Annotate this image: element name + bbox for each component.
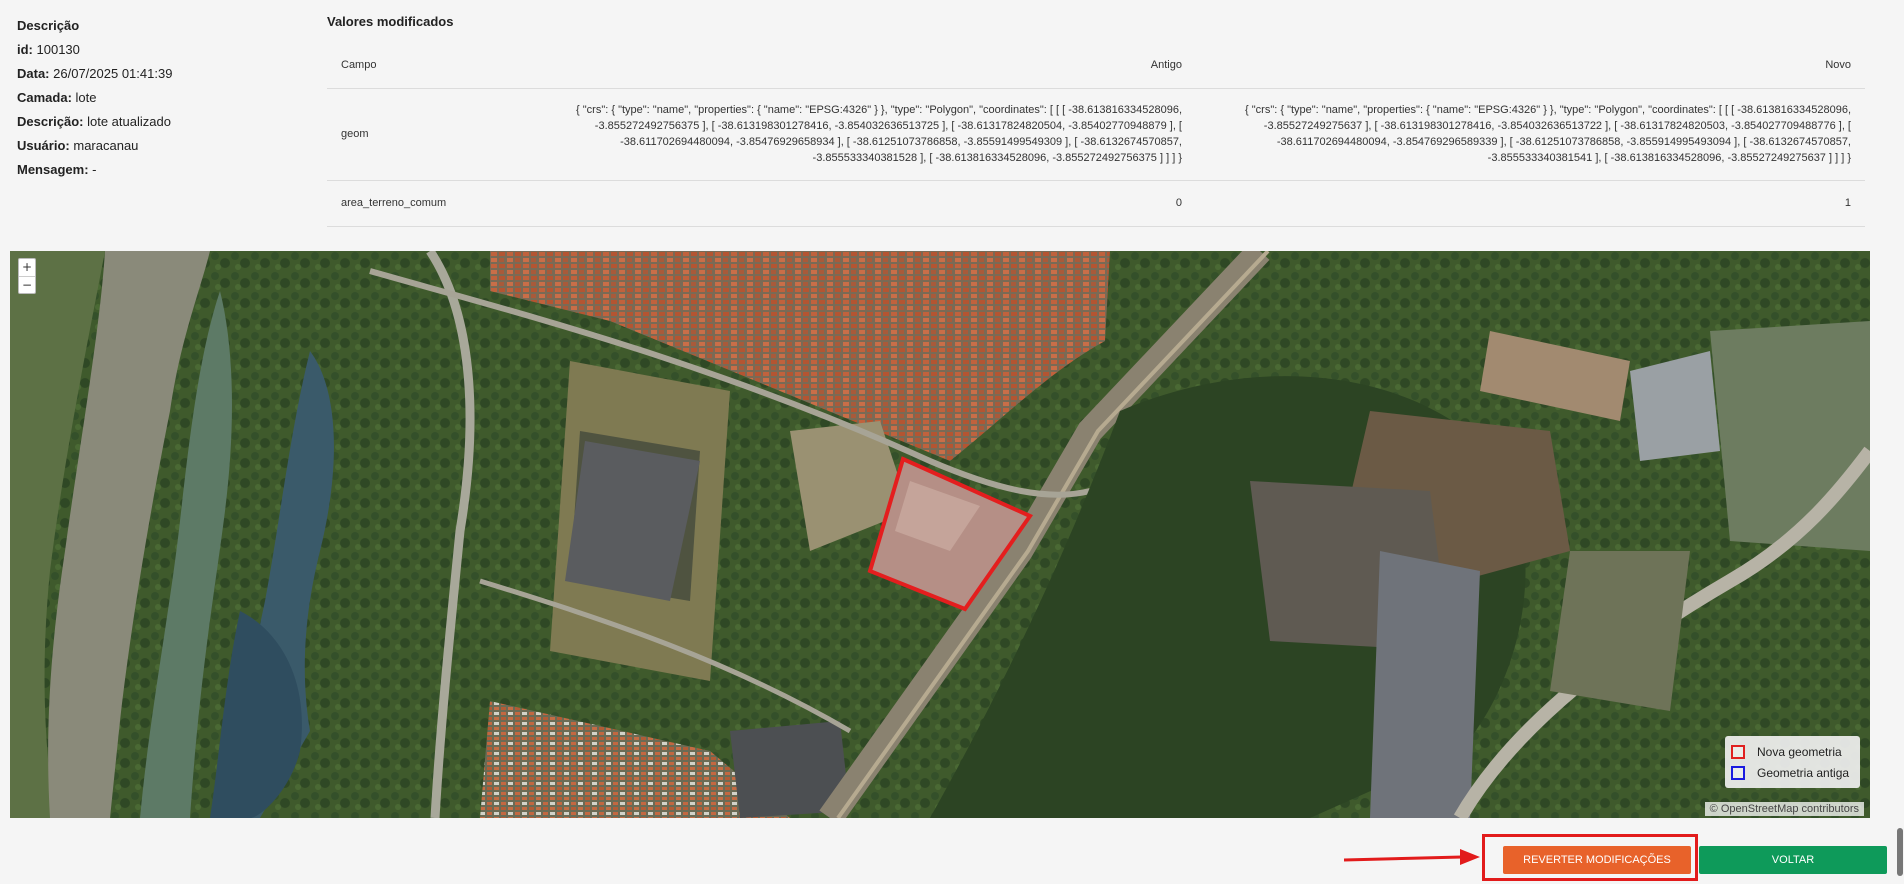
field-date: Data: 26/07/2025 01:41:39 xyxy=(17,66,173,81)
field-user: Usuário: maracanau xyxy=(17,138,139,153)
table-row: area_terreno_comum 0 1 xyxy=(327,180,1865,227)
cell-old: { "crs": { "type": "name", "properties":… xyxy=(527,88,1196,181)
field-description: Descrição: lote atualizado xyxy=(17,114,171,129)
header-old: Antigo xyxy=(527,42,1196,89)
scrollbar-thumb[interactable] xyxy=(1897,828,1903,876)
cell-old: 0 xyxy=(527,180,1196,227)
page-scrollbar[interactable] xyxy=(1896,0,1904,884)
zoom-control: + − xyxy=(18,258,36,294)
map-legend: Nova geometria Geometria antiga xyxy=(1725,736,1860,788)
back-button[interactable]: VOLTAR xyxy=(1699,846,1887,874)
red-square-icon xyxy=(1731,744,1745,759)
satellite-imagery xyxy=(10,251,1870,818)
cell-new: { "crs": { "type": "name", "properties":… xyxy=(1196,88,1865,181)
table-row: geom { "crs": { "type": "name", "propert… xyxy=(327,88,1865,181)
description-title: Descrição xyxy=(17,18,80,33)
map-attribution[interactable]: © OpenStreetMap contributors xyxy=(1704,802,1864,816)
cell-field: area_terreno_comum xyxy=(327,180,527,227)
legend-item-old-geometry: Geometria antiga xyxy=(1731,762,1854,783)
modified-values-table: Campo Antigo Novo geom { "crs": { "type"… xyxy=(327,42,1865,227)
legend-item-new-geometry: Nova geometria xyxy=(1731,741,1854,762)
modified-values-title: Valores modificados xyxy=(327,14,454,29)
field-id: id: 100130 xyxy=(17,42,80,57)
red-arrow-icon xyxy=(1344,849,1480,865)
table-header-row: Campo Antigo Novo xyxy=(327,42,1865,89)
blue-square-icon xyxy=(1731,765,1745,780)
header-new: Novo xyxy=(1196,42,1865,89)
cell-new: 1 xyxy=(1196,180,1865,227)
modified-values-panel: Valores modificados Campo Antigo Novo ge… xyxy=(327,14,1865,227)
cell-field: geom xyxy=(327,88,527,181)
header-field: Campo xyxy=(327,42,527,89)
zoom-out-button[interactable]: − xyxy=(19,276,35,293)
zoom-in-button[interactable]: + xyxy=(19,259,35,276)
description-panel: Descrição id: 100130 Data: 26/07/2025 01… xyxy=(17,14,297,182)
field-message: Mensagem: - xyxy=(17,162,97,177)
field-layer: Camada: lote xyxy=(17,90,97,105)
map-view[interactable]: + − Nova geometria Geometria antiga © Op… xyxy=(10,251,1870,818)
revert-changes-button[interactable]: REVERTER MODIFICAÇÕES xyxy=(1503,846,1691,874)
